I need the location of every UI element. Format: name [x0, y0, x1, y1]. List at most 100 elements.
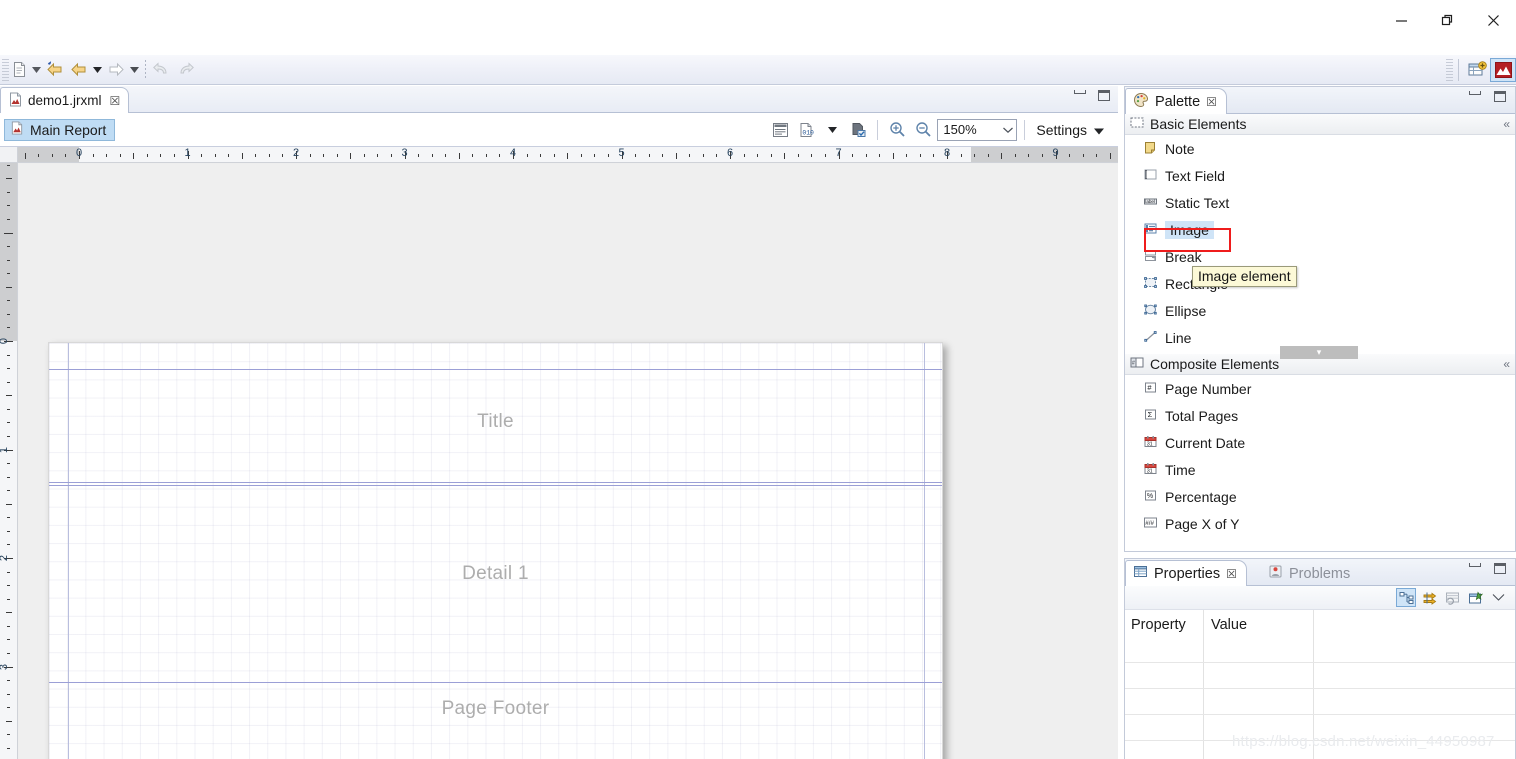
window-restore-button[interactable]	[1424, 0, 1470, 40]
close-icon[interactable]: ☒	[1226, 567, 1237, 581]
ruler-tick	[1042, 154, 1043, 157]
ruler-tick	[716, 154, 717, 157]
properties-minimize-button[interactable]	[1469, 563, 1481, 567]
tab-problems[interactable]: Problems	[1260, 560, 1360, 586]
redo-button[interactable]	[174, 58, 198, 82]
perspective-switcher	[1444, 55, 1516, 85]
restore-default-value-button[interactable]	[1442, 588, 1462, 607]
tab-properties[interactable]: Properties ☒	[1125, 560, 1247, 586]
close-icon[interactable]: ☒	[1206, 95, 1217, 109]
collapse-icon[interactable]: «	[1503, 357, 1510, 371]
navigate-back-dropdown[interactable]	[91, 58, 104, 82]
column-header-property[interactable]: Property	[1125, 617, 1203, 633]
palette-item-note[interactable]: Note	[1125, 135, 1515, 162]
palette-item-label: Total Pages	[1165, 407, 1239, 424]
ruler-tick	[1015, 154, 1016, 157]
ruler-tick	[174, 154, 175, 157]
collapse-icon[interactable]: «	[1503, 117, 1510, 131]
chevron-down-icon[interactable]	[1094, 122, 1104, 138]
chevron-down-icon[interactable]	[1002, 122, 1014, 137]
ruler-tick	[6, 721, 12, 722]
palette-item-page-x-of-y[interactable]: #/# Page X of Y	[1125, 510, 1515, 537]
open-perspective-button[interactable]	[1464, 58, 1490, 82]
design-surface: 0 1 2 3 4 5 6 7 8 9 0 1 2 3 Title Detail 1 Page Foot…	[0, 147, 1118, 759]
text-field-icon	[1143, 167, 1158, 185]
settings-menu-button[interactable]: Settings	[1032, 122, 1108, 138]
new-wizard-dropdown[interactable]	[30, 58, 43, 82]
zoom-in-button[interactable]	[885, 118, 909, 142]
ruler-tick	[310, 154, 311, 157]
palette-item-page-number[interactable]: # Page Number	[1125, 375, 1515, 402]
band-line-detail-bottom[interactable]	[49, 682, 942, 683]
close-icon[interactable]: ☒	[110, 94, 121, 108]
perspective-separator	[1458, 58, 1459, 81]
palette-item-label: Ellipse	[1165, 302, 1207, 319]
band-label-title: Title	[477, 411, 514, 432]
palette-item-total-pages[interactable]: Σ Total Pages	[1125, 402, 1515, 429]
window-close-button[interactable]	[1470, 0, 1516, 40]
ruler-tick	[432, 154, 433, 157]
main-report-tab[interactable]: Main Report	[4, 118, 116, 141]
navigate-back-button[interactable]	[67, 58, 91, 82]
palette-item-static-text[interactable]: label Static Text	[1125, 189, 1515, 216]
view-menu-button[interactable]	[1488, 588, 1508, 607]
editor-maximize-button[interactable]	[1098, 90, 1110, 101]
navigate-forward-dropdown[interactable]	[128, 58, 141, 82]
back-to-last-edit-button[interactable]	[43, 58, 67, 82]
jasperreports-perspective-button[interactable]	[1490, 57, 1516, 82]
problems-tab-label: Problems	[1289, 565, 1351, 582]
dataset-dropdown[interactable]	[820, 118, 844, 142]
palette-item-time[interactable]: 31 Time	[1125, 456, 1515, 483]
band-line-title-top[interactable]	[49, 369, 942, 370]
column-header-value[interactable]: Value	[1203, 617, 1313, 633]
ruler-tick	[6, 178, 12, 179]
ruler-label: 9	[1052, 147, 1059, 159]
report-canvas[interactable]: Title Detail 1 Page Footer	[19, 164, 1118, 759]
palette-minimize-button[interactable]	[1469, 91, 1481, 95]
ruler-tick	[594, 154, 595, 157]
palette-item-current-date[interactable]: 31 Current Date	[1125, 429, 1515, 456]
ruler-tick	[744, 154, 745, 157]
zoom-out-button[interactable]	[911, 118, 935, 142]
ruler-tick	[974, 154, 975, 157]
table-row	[1125, 662, 1515, 663]
ruler-tick	[757, 154, 758, 157]
show-advanced-properties-button[interactable]	[1419, 588, 1439, 607]
palette-group-basic-elements[interactable]: Basic Elements «	[1125, 114, 1515, 135]
perspective-grip[interactable]	[1446, 58, 1453, 81]
compile-report-button[interactable]	[846, 118, 870, 142]
band-line-title-bottom[interactable]	[49, 482, 942, 483]
new-wizard-button[interactable]	[9, 58, 30, 82]
dataset-and-query-button[interactable]: 010	[794, 118, 818, 142]
editor-tab-demo1-jrxml[interactable]: demo1.jrxml ☒	[0, 87, 130, 113]
navigate-forward-button[interactable]	[104, 58, 128, 82]
vertical-ruler[interactable]: 0 1 2 3	[0, 163, 18, 759]
ruler-tick	[282, 154, 283, 157]
horizontal-ruler[interactable]: 0 1 2 3 4 5 6 7 8 9	[18, 147, 1118, 163]
palette-item-ellipse[interactable]: Ellipse	[1125, 297, 1515, 324]
show-categories-button[interactable]	[1396, 588, 1416, 607]
properties-maximize-button[interactable]	[1494, 563, 1506, 574]
palette-item-rectangle[interactable]: Rectangle	[1125, 270, 1515, 297]
window-minimize-button[interactable]	[1378, 0, 1424, 40]
undo-button[interactable]	[150, 58, 174, 82]
band-line-detail-top[interactable]	[49, 485, 942, 486]
ruler-tick	[7, 707, 10, 708]
column-divider-1[interactable]	[1203, 610, 1204, 759]
show-bands-button[interactable]	[768, 118, 792, 142]
palette-item-percentage[interactable]: % Percentage	[1125, 483, 1515, 510]
palette-item-text-field[interactable]: Text Field	[1125, 162, 1515, 189]
ruler-tick	[7, 409, 10, 410]
zoom-level-combo[interactable]: 150%	[937, 118, 1018, 141]
report-page[interactable]: Title Detail 1 Page Footer	[48, 342, 943, 759]
palette-scroll-down-button[interactable]: ▾	[1280, 346, 1358, 359]
app-window: demo1.jrxml ☒ Main Report 010 150% Setti…	[0, 0, 1516, 759]
ruler-label: 5	[618, 147, 625, 159]
toolbar-grip[interactable]	[2, 58, 9, 81]
tab-palette[interactable]: Palette ☒	[1125, 88, 1227, 114]
total-pages-icon: Σ	[1143, 407, 1158, 425]
pin-to-selection-button[interactable]	[1465, 588, 1485, 607]
ruler-tick	[147, 154, 148, 157]
editor-minimize-button[interactable]	[1074, 90, 1086, 94]
palette-maximize-button[interactable]	[1494, 91, 1506, 102]
